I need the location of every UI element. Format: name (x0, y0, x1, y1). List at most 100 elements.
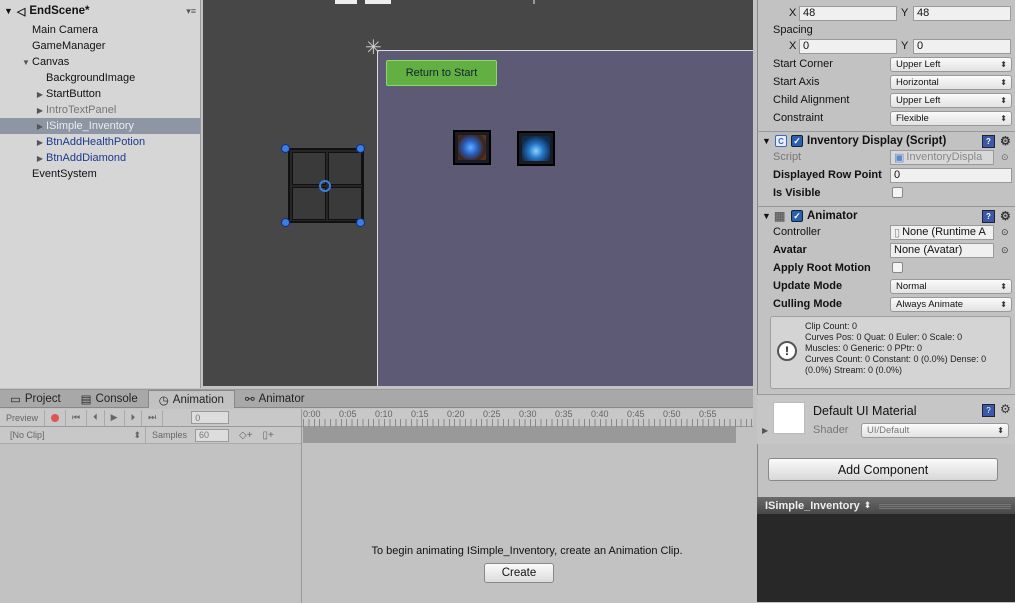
bottom-tabs: ▭ Project ▤ Console ◷ Animation ⚯ Animator (0, 390, 753, 408)
create-clip-message: To begin animating ISimple_Inventory, cr… (371, 545, 683, 557)
update-mode-label: Update Mode (773, 280, 843, 292)
shader-dropdown[interactable]: UI/Default (861, 423, 1009, 438)
hierarchy-item-btnadddiamond[interactable]: ▶ BtnAddDiamond (0, 150, 200, 166)
expand-arrow-icon[interactable]: ▶ (34, 122, 46, 131)
spacing-x-field[interactable]: 0 (799, 38, 897, 54)
first-key-icon[interactable]: ⏮ (66, 409, 88, 426)
culling-mode-dropdown[interactable]: Always Animate (890, 296, 1012, 312)
scene-view[interactable]: ✳ Return to Start (203, 0, 753, 386)
expand-arrow-icon[interactable]: ▶ (34, 90, 46, 99)
hierarchy-item-main-camera[interactable]: Main Camera (0, 22, 200, 38)
object-picker-icon[interactable]: ⊙ (1001, 245, 1009, 256)
start-corner-dropdown[interactable]: Upper Left (890, 56, 1012, 72)
inventory-slot[interactable] (453, 130, 491, 165)
constraint-dropdown[interactable]: Flexible (890, 110, 1012, 126)
hierarchy-item-introtextpanel[interactable]: ▶ IntroTextPanel (0, 102, 200, 118)
preview-button[interactable]: Preview (0, 409, 46, 426)
update-mode-dropdown[interactable]: Normal (890, 278, 1012, 294)
cell-x-field[interactable]: 48 (799, 5, 897, 21)
last-key-icon[interactable]: ⏭ (142, 409, 164, 426)
create-button[interactable]: Create (484, 563, 554, 583)
selected-inventory-grid[interactable] (288, 148, 364, 223)
hierarchy-item-startbutton[interactable]: ▶ StartButton (0, 86, 200, 102)
time-tick: 0:25 (483, 409, 501, 419)
collapse-arrow-icon[interactable]: ▼ (762, 136, 771, 146)
x-label: X (789, 40, 797, 52)
enabled-checkbox[interactable]: ✓ (791, 210, 803, 222)
frame-field[interactable]: 0 (191, 411, 230, 424)
drag-handle[interactable] (879, 502, 1011, 509)
menu-icon[interactable]: ▾≡ (186, 6, 196, 17)
avatar-field[interactable]: None (Avatar) (890, 242, 994, 258)
start-axis-dropdown[interactable]: Horizontal (890, 74, 1012, 90)
component-title: Animator (807, 210, 858, 222)
pivot-icon[interactable] (319, 180, 331, 192)
enabled-checkbox[interactable]: ✓ (791, 135, 803, 147)
hierarchy-item-eventsystem[interactable]: EventSystem (0, 166, 200, 182)
gear-icon[interactable]: ⚙ (1000, 402, 1011, 416)
add-event-icon[interactable]: ▯+ (263, 430, 274, 441)
hierarchy-item-gamemanager[interactable]: GameManager (0, 38, 200, 54)
hierarchy-panel: ▼ ◁ EndScene* ▾≡ Main Camera GameManager… (0, 0, 201, 388)
clip-select[interactable]: [No Clip] ⬍ (0, 426, 146, 444)
folder-icon: ▭ (10, 394, 21, 406)
tab-animation[interactable]: ◷ Animation (147, 390, 235, 408)
expand-arrow-icon[interactable]: ▶ (34, 138, 46, 147)
is-visible-checkbox[interactable] (892, 187, 903, 198)
collapse-arrow-icon[interactable]: ▼ (4, 6, 13, 16)
hierarchy-item-btnaddhealthpotion[interactable]: ▶ BtnAddHealthPotion (0, 134, 200, 150)
controller-field[interactable]: ▯ None (Runtime A (890, 224, 994, 240)
preview-header[interactable]: ISimple_Inventory ⬍ (757, 497, 1015, 514)
inventory-slot[interactable] (517, 131, 555, 166)
timeline-ruler[interactable]: 0:00 0:05 0:10 0:15 0:20 0:25 0:30 0:35 … (303, 409, 753, 427)
hierarchy-item-isimple-inventory[interactable]: ▶ ISimple_Inventory (0, 118, 200, 134)
help-icon[interactable]: ? (982, 209, 995, 223)
hierarchy-item-canvas[interactable]: ▼ Canvas (0, 54, 200, 70)
updown-icon[interactable]: ⬍ (864, 500, 872, 511)
add-component-button[interactable]: Add Component (768, 458, 998, 481)
resize-handle[interactable] (356, 218, 365, 227)
gear-icon[interactable]: ⚙ (1000, 209, 1011, 223)
collapse-arrow-icon[interactable]: ▼ (762, 211, 771, 221)
play-icon[interactable]: ▶ (105, 409, 125, 426)
object-picker-icon[interactable]: ⊙ (1001, 227, 1009, 238)
tab-console[interactable]: ▤ Console (71, 390, 148, 408)
start-corner-row: Start Corner Upper Left (758, 55, 1015, 73)
scene-toolbar-tab[interactable] (365, 0, 391, 4)
next-key-icon[interactable]: ⏵ (125, 409, 143, 426)
add-keyframe-icon[interactable]: ◇+ (239, 430, 253, 441)
clock-icon: ◷ (158, 394, 169, 407)
gear-icon[interactable]: ⚙ (1000, 134, 1011, 148)
displayed-row-field[interactable]: 0 (890, 167, 1012, 183)
resize-handle[interactable] (356, 144, 365, 153)
start-corner-label: Start Corner (773, 58, 833, 70)
animator-icon: ⚯ (244, 394, 255, 406)
hierarchy-item-backgroundimage[interactable]: BackgroundImage (0, 70, 200, 86)
apply-root-motion-checkbox[interactable] (892, 262, 903, 273)
shader-label: Shader (813, 424, 849, 436)
child-alignment-dropdown[interactable]: Upper Left (890, 92, 1012, 108)
help-icon[interactable]: ? (982, 404, 995, 417)
hierarchy-scene-header[interactable]: ▼ ◁ EndScene* ▾≡ (0, 0, 200, 22)
spacing-y-field[interactable]: 0 (913, 38, 1011, 54)
samples-field[interactable]: 60 (195, 428, 230, 442)
help-icon[interactable]: ? (982, 134, 995, 148)
resize-handle[interactable] (281, 218, 290, 227)
track-area[interactable] (303, 427, 736, 443)
prev-key-icon[interactable]: ⏴ (87, 409, 105, 426)
expand-arrow-icon[interactable]: ▶ (34, 106, 46, 115)
cell-y-field[interactable]: 48 (913, 5, 1011, 21)
canvas-rect[interactable] (377, 50, 753, 386)
return-to-start-button[interactable]: Return to Start (386, 60, 497, 86)
expand-arrow-icon[interactable]: ▶ (762, 426, 768, 435)
tab-animator[interactable]: ⚯ Animator (235, 390, 315, 408)
time-tick: 0:15 (411, 409, 429, 419)
culling-mode-row: Culling Mode Always Animate (758, 295, 1015, 313)
tab-project[interactable]: ▭ Project (0, 390, 71, 408)
unity-logo-icon: ◁ (16, 5, 26, 18)
resize-handle[interactable] (281, 144, 290, 153)
scene-toolbar-tab[interactable] (335, 0, 357, 4)
expand-arrow-icon[interactable]: ▼ (20, 58, 32, 67)
record-icon[interactable] (45, 409, 67, 426)
expand-arrow-icon[interactable]: ▶ (34, 154, 46, 163)
